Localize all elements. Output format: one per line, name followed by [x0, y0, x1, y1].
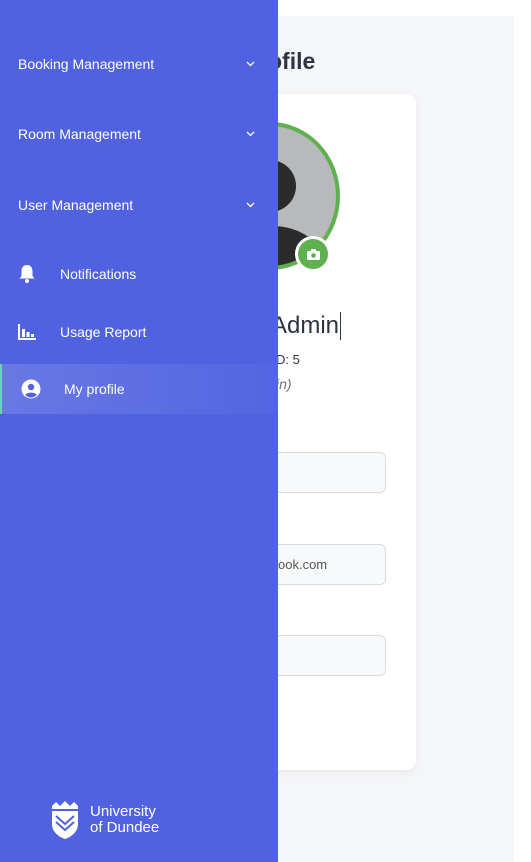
- sidebar-item-label: Usage Report: [60, 324, 147, 340]
- sidebar-item-notifications[interactable]: Notifications: [0, 249, 278, 299]
- logo-line-2: of Dundee: [90, 819, 160, 836]
- app-window: ofile Admin D: 5 in) ook.com Booking Man…: [0, 0, 531, 862]
- change-photo-button[interactable]: [295, 236, 331, 272]
- sidebar-group-label: Booking Management: [18, 56, 155, 72]
- sidebar-group-user[interactable]: User Management: [0, 185, 278, 225]
- chevron-down-icon: [244, 58, 256, 70]
- sidebar: Booking Management Room Management User …: [0, 0, 278, 862]
- sidebar-group-label: User Management: [18, 197, 134, 213]
- sidebar-group-label: Room Management: [18, 126, 141, 142]
- university-logo[interactable]: University of Dundee: [50, 800, 159, 840]
- sidebar-item-label: My profile: [64, 381, 125, 397]
- user-circle-icon: [20, 378, 42, 400]
- bell-icon: [16, 263, 38, 285]
- sidebar-item-my-profile[interactable]: My profile: [0, 364, 278, 414]
- logo-line-1: University: [90, 803, 156, 820]
- profile-id: D: 5: [276, 352, 300, 367]
- logo-text: University of Dundee: [90, 804, 159, 836]
- sidebar-item-label: Notifications: [60, 266, 137, 282]
- sidebar-group-room[interactable]: Room Management: [0, 114, 278, 154]
- crest-icon: [52, 801, 78, 839]
- chevron-down-icon: [244, 128, 256, 140]
- sidebar-group-booking[interactable]: Booking Management: [0, 44, 278, 84]
- camera-icon: [306, 248, 320, 260]
- chevron-down-icon: [244, 199, 256, 211]
- profile-name[interactable]: Admin: [271, 312, 342, 340]
- sidebar-item-usage-report[interactable]: Usage Report: [0, 307, 278, 357]
- chart-icon: [16, 321, 38, 343]
- profile-role: in): [276, 376, 292, 392]
